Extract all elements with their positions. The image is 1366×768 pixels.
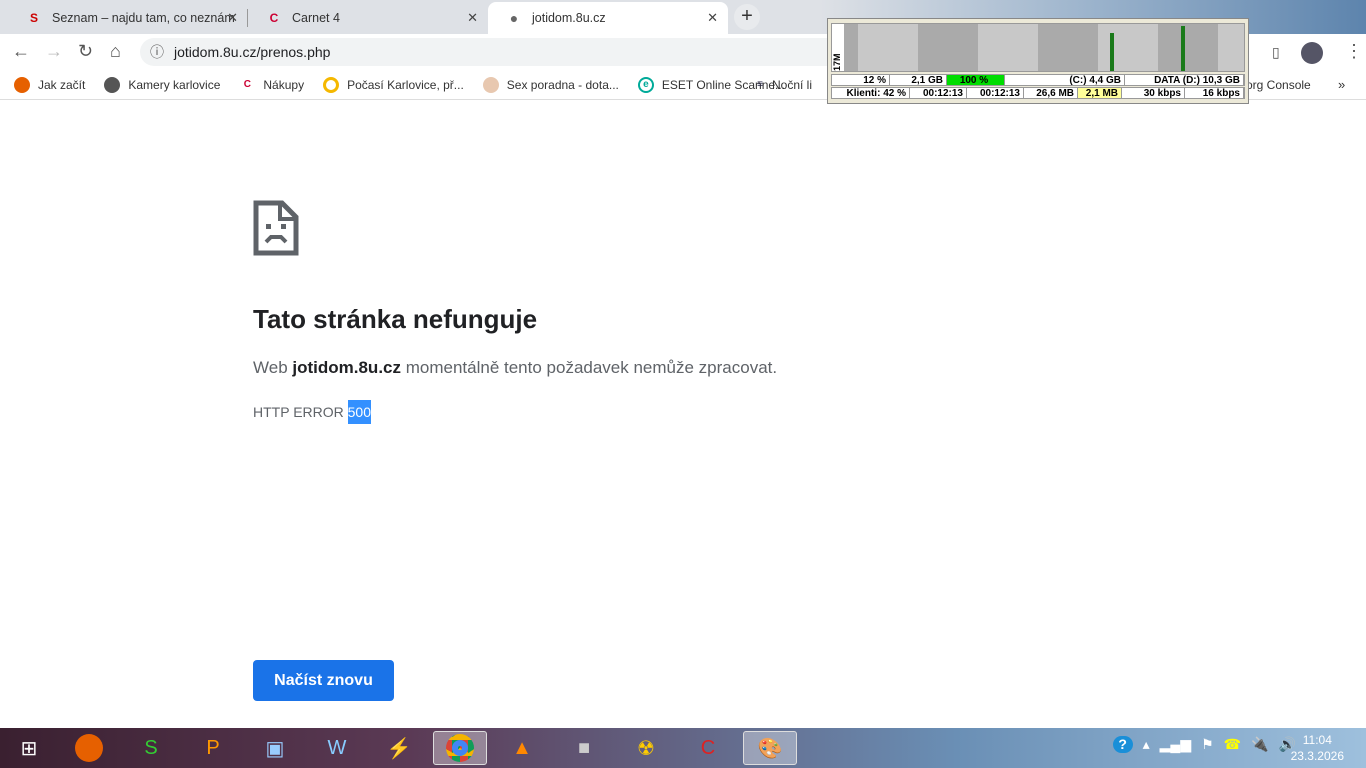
url-text: jotidom.8u.cz/prenos.php bbox=[174, 44, 331, 60]
app-p-icon[interactable]: P bbox=[186, 731, 240, 765]
download-total: 26,6 MB bbox=[1024, 88, 1078, 99]
bookmark-label: Noční li bbox=[772, 77, 813, 92]
desc-text: momentálně tento požadavek nemůže zpraco… bbox=[401, 358, 778, 377]
clients-value: Klienti: 42 % bbox=[832, 88, 910, 99]
radiation-icon[interactable]: ☢ bbox=[619, 731, 673, 765]
vlc-icon[interactable]: ▲ bbox=[495, 731, 549, 765]
back-icon[interactable]: ← bbox=[12, 41, 30, 62]
address-bar[interactable]: ⓘ jotidom.8u.cz/prenos.php bbox=[140, 38, 840, 66]
face-icon bbox=[482, 76, 499, 93]
firefox-icon bbox=[14, 76, 30, 93]
session-value: 00:12:13 bbox=[967, 88, 1024, 99]
power-icon[interactable]: 🔌 bbox=[1251, 736, 1268, 753]
carnet-icon: C bbox=[269, 11, 279, 25]
app-s-icon[interactable]: S bbox=[124, 731, 178, 765]
signal-icon[interactable]: ▂▄▆ bbox=[1160, 736, 1191, 753]
help-icon[interactable]: ? bbox=[1112, 736, 1133, 753]
tab-carnet[interactable]: C Carnet 4 ✕ bbox=[248, 2, 488, 34]
bookmark-label: org Console bbox=[1246, 77, 1311, 92]
close-icon[interactable]: ✕ bbox=[227, 10, 238, 26]
show-hidden-icon[interactable]: ▴ bbox=[1143, 736, 1150, 753]
forward-icon[interactable]: → bbox=[45, 41, 63, 62]
flag-icon[interactable]: ⚑ bbox=[1201, 736, 1214, 753]
eset-icon: e bbox=[637, 76, 654, 93]
firefox-icon[interactable] bbox=[62, 731, 116, 765]
clock-date: 23.3.2026 bbox=[1290, 749, 1344, 763]
sad-document-icon bbox=[253, 200, 299, 256]
upload-total: 2,1 MB bbox=[1078, 88, 1122, 99]
error-code: HTTP ERROR 500 bbox=[253, 400, 371, 424]
reload-button[interactable]: Načíst znovu bbox=[253, 660, 394, 701]
bookmark[interactable]: Jak začít bbox=[14, 76, 86, 93]
finder-icon[interactable]: ▣ bbox=[248, 731, 302, 765]
new-tab-button[interactable]: + bbox=[734, 4, 760, 30]
system-tray: ? ▴ ▂▄▆ ⚑ ☎ 🔌 🔊 bbox=[1112, 736, 1296, 753]
uptime-value: 00:12:13 bbox=[910, 88, 967, 99]
more-bookmarks-icon[interactable]: » bbox=[1338, 77, 1345, 92]
upload-speed: 16 kbps bbox=[1185, 88, 1244, 99]
system-monitor-widget: 17M 12 % 2,1 GB 100 % (C:) 4,4 GB DATA (… bbox=[827, 18, 1249, 104]
bookmark[interactable]: Sex poradna - dota... bbox=[482, 76, 619, 93]
chrome-icon[interactable] bbox=[433, 731, 487, 765]
bookmark-label: Kamery karlovice bbox=[128, 77, 221, 92]
code-label: HTTP ERROR bbox=[253, 404, 348, 420]
disk-d-value: DATA (D:) 10,3 GB bbox=[1125, 75, 1244, 86]
globe-icon: ● bbox=[509, 10, 519, 26]
globe-icon bbox=[104, 76, 121, 93]
menu-icon[interactable]: ⋮ bbox=[1345, 41, 1363, 62]
carnet-icon: C bbox=[243, 79, 251, 90]
bookmark-label: Nákupy bbox=[263, 77, 305, 92]
memory-value: 2,1 GB bbox=[890, 75, 947, 86]
tab-jotidom[interactable]: ● jotidom.8u.cz ✕ bbox=[488, 2, 728, 34]
tab-label: Seznam – najdu tam, co neznám bbox=[52, 11, 235, 25]
camera-icon[interactable]: ■ bbox=[557, 731, 611, 765]
close-icon[interactable]: ✕ bbox=[707, 10, 718, 26]
desc-text: Web bbox=[253, 358, 293, 377]
bookmark[interactable]: Kamery karlovice bbox=[104, 76, 221, 93]
cpu-value: 12 % bbox=[832, 75, 890, 86]
taskbar: ⊞ S P ▣ W ⚡ ▲ ■ ☢ C 🎨 ? ▴ ▂▄▆ ⚑ ☎ 🔌 🔊 11… bbox=[0, 728, 1366, 768]
domain-text: jotidom.8u.cz bbox=[292, 358, 401, 377]
battery-value: 100 % bbox=[947, 75, 1005, 86]
error-description: Web jotidom.8u.cz momentálně tento požad… bbox=[253, 358, 777, 378]
paint-icon[interactable]: 🎨 bbox=[743, 731, 797, 765]
bookmark-label: Jak začít bbox=[38, 77, 86, 92]
error-page: Tato stránka nefunguje Web jotidom.8u.cz… bbox=[253, 200, 777, 424]
phone-icon[interactable]: ☎ bbox=[1224, 736, 1241, 753]
tab-seznam[interactable]: S Seznam – najdu tam, co neznám ✕ bbox=[8, 2, 248, 34]
seznam-icon: S bbox=[29, 11, 38, 25]
ccleaner-icon[interactable]: C bbox=[681, 731, 735, 765]
bookmark[interactable]: Počasí Karlovice, př... bbox=[323, 76, 464, 93]
bookmark[interactable]: org Console bbox=[1246, 78, 1311, 92]
graph-scale: 17M bbox=[832, 24, 844, 71]
bookmark[interactable]: ≡ Noční li bbox=[752, 77, 812, 93]
download-speed: 30 kbps bbox=[1122, 88, 1185, 99]
side-panel-icon[interactable]: ▯ bbox=[1272, 44, 1280, 61]
network-graph: 17M bbox=[831, 23, 1245, 72]
weather-icon bbox=[323, 76, 340, 93]
bookmark-label: Počasí Karlovice, př... bbox=[347, 77, 464, 92]
reload-icon[interactable]: ↻ bbox=[78, 41, 93, 62]
close-icon[interactable]: ✕ bbox=[467, 10, 478, 26]
code-value: 500 bbox=[347, 400, 371, 424]
start-button[interactable]: ⊞ bbox=[2, 731, 56, 765]
bookmark[interactable]: C Nákupy bbox=[239, 77, 304, 93]
app-tool-icon[interactable]: ⚡ bbox=[372, 731, 426, 765]
document-icon: ≡ bbox=[757, 79, 763, 90]
disk-c-value: (C:) 4,4 GB bbox=[1005, 75, 1125, 86]
home-icon[interactable]: ⌂ bbox=[110, 41, 121, 62]
error-title: Tato stránka nefunguje bbox=[253, 304, 538, 334]
monitor-row-2: Klienti: 42 % 00:12:13 00:12:13 26,6 MB … bbox=[831, 87, 1245, 99]
tab-label: Carnet 4 bbox=[292, 11, 340, 25]
clock-time: 11:04 bbox=[1302, 733, 1332, 747]
avatar[interactable] bbox=[1301, 42, 1323, 64]
app-w-icon[interactable]: W bbox=[310, 731, 364, 765]
monitor-row-1: 12 % 2,1 GB 100 % (C:) 4,4 GB DATA (D:) … bbox=[831, 74, 1245, 86]
clock[interactable]: 11:04 23.3.2026 bbox=[1291, 732, 1344, 764]
info-icon: ⓘ bbox=[150, 44, 164, 60]
tab-label: jotidom.8u.cz bbox=[532, 11, 606, 25]
bookmark-label: Sex poradna - dota... bbox=[506, 77, 619, 92]
